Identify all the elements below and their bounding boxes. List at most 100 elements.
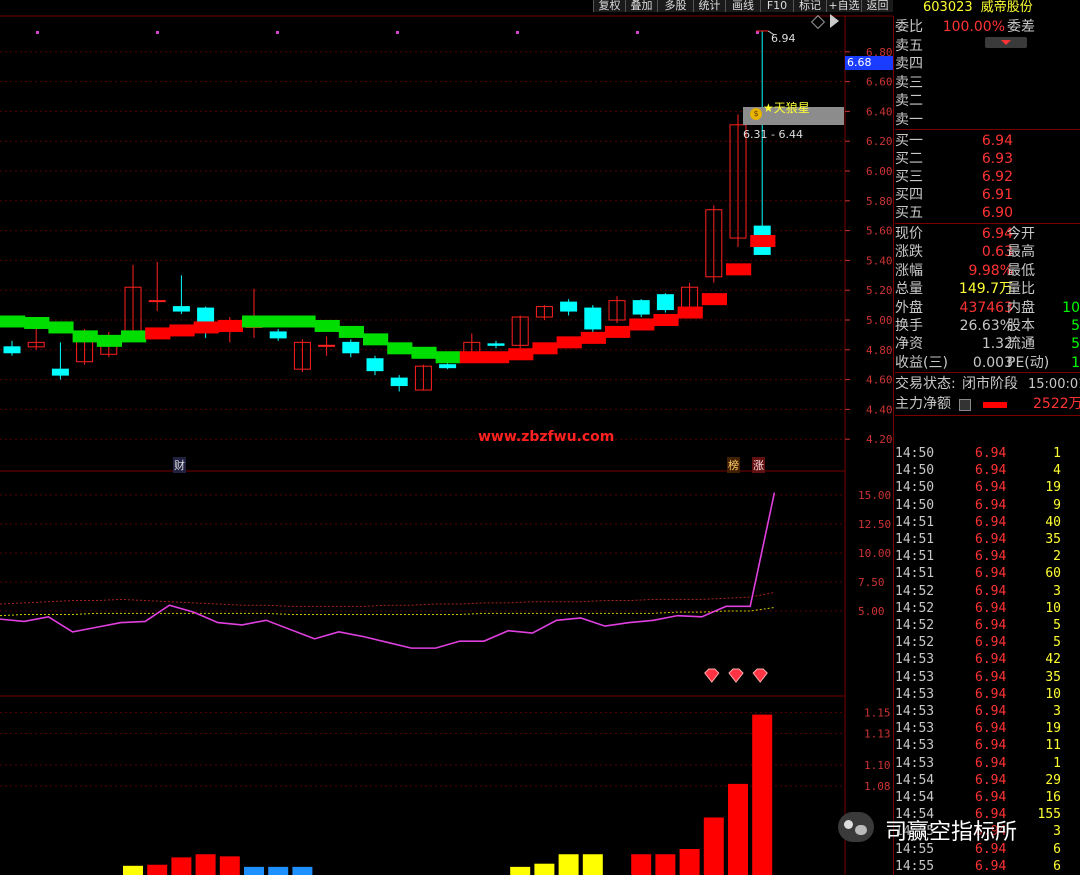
stat-row-0: 现价 6.94 今开 [895, 226, 1080, 243]
volume-bar [558, 854, 579, 875]
stat-row-6: 净资 1.32 流通 5 [895, 336, 1080, 353]
tick-row: 14:52 6.94 10 [895, 600, 1080, 617]
tick-row: 14:53 6.94 10 [895, 686, 1080, 703]
tick-volume: 29 [1045, 772, 1061, 788]
marker-dot [636, 31, 639, 34]
candle [172, 275, 190, 315]
candle-body [3, 346, 21, 354]
price-axis-label: 4.40 [866, 403, 893, 416]
volume-bar [703, 817, 724, 875]
candle-body [584, 307, 602, 330]
buy-level-3: 买三 6.92 [895, 169, 1080, 186]
chart-scroll-arrow-icon[interactable] [830, 14, 839, 28]
tick-time: 14:52 [895, 600, 935, 616]
stat-value: 9.98% [968, 262, 1013, 279]
candle-body [366, 358, 384, 372]
price-axis-label: 4.20 [866, 433, 893, 446]
tick-price: 6.94 [975, 721, 1007, 737]
buy-price: 6.91 [981, 187, 1013, 203]
stat-value-2: 5 [1071, 336, 1080, 353]
tick-time: 14:51 [895, 532, 935, 547]
sell-level-3: 卖三 [895, 75, 1080, 92]
tick-time: 14:54 [895, 772, 935, 788]
tick-time: 14:50 [895, 446, 935, 461]
candle [535, 305, 553, 320]
tick-row: 14:53 6.94 42 [895, 651, 1080, 668]
candle [414, 364, 432, 391]
main-net-bar [983, 402, 1007, 408]
band-segment [266, 315, 292, 328]
band-segment [193, 321, 219, 334]
band-segment [556, 336, 582, 349]
tick-time: 14:50 [895, 497, 935, 513]
wei-cha-label: 委差 [1007, 19, 1035, 35]
tick-row: 14:53 6.94 19 [895, 720, 1080, 737]
band-segment [750, 235, 776, 248]
tick-volume: 19 [1045, 480, 1061, 496]
tick-volume: 4 [1053, 463, 1061, 479]
volume-bar [292, 866, 313, 875]
stat-label-2: PE(动) [1007, 354, 1050, 371]
wei-bi-label: 委比 [895, 19, 923, 35]
tick-price: 6.94 [975, 446, 1007, 461]
tick-row: 14:55 6.94 6 [895, 858, 1080, 875]
candle-body [632, 300, 650, 315]
tick-time: 14:53 [895, 704, 935, 719]
band-segment [338, 325, 364, 338]
ind2-axis-label: 1.10 [864, 759, 891, 772]
stat-row-3: 总量 149.7万 量比 [895, 281, 1080, 298]
tick-volume: 2 [1053, 549, 1061, 565]
candle [269, 328, 287, 341]
candle [656, 293, 674, 313]
sell-label: 卖一 [895, 111, 923, 128]
candle-body [390, 377, 408, 387]
price-axis-label: 5.00 [866, 314, 893, 327]
marker-zhang: 涨 [752, 457, 765, 473]
sell-level-5: 卖五 [895, 38, 1080, 55]
stat-row-5: 换手 26.63% 股本 5 [895, 318, 1080, 335]
stat-row-1: 涨跌 0.63 最高 [895, 244, 1080, 261]
stat-value-2: 1 [1071, 354, 1080, 371]
volume-bar [244, 866, 264, 875]
candle [293, 339, 311, 373]
candle [318, 336, 336, 356]
buy-price: 6.94 [981, 133, 1013, 149]
stat-label-2: 量比 [1007, 281, 1035, 298]
candle-body [656, 294, 674, 311]
stat-label-2: 今开 [1007, 226, 1035, 242]
buy-price: 6.93 [981, 151, 1013, 167]
tick-price: 6.94 [975, 583, 1007, 599]
tick-row: 14:51 6.94 60 [895, 565, 1080, 582]
stat-value: 0.003 [972, 354, 1013, 371]
band-segment [290, 315, 316, 328]
tick-time: 14:54 [895, 790, 935, 805]
main-net-menu-icon[interactable] [959, 399, 971, 411]
tick-price: 6.94 [975, 738, 1007, 754]
marker-dot [36, 31, 39, 34]
sell-level-4: 卖四 [895, 56, 1080, 73]
volume-bar [219, 856, 240, 875]
candle [584, 305, 602, 332]
signal-label: ★天狼星 [763, 101, 810, 115]
trade-status-row: 交易状态: 闭市阶段 15:00:01 [895, 376, 1080, 393]
tick-price: 6.94 [975, 514, 1007, 530]
band-segment [580, 331, 606, 344]
volume-bar [195, 854, 216, 875]
candle [366, 355, 384, 376]
stat-row-4: 外盘 437463 内盘 10 [895, 300, 1080, 317]
status-divider [895, 372, 1080, 373]
ind2-axis-label: 1.08 [864, 780, 891, 793]
stat-label: 涨跌 [895, 244, 923, 261]
band-segment [363, 333, 389, 346]
stat-value-2: 10 [1062, 299, 1080, 316]
volume-bar [728, 783, 748, 875]
tick-time: 14:53 [895, 755, 935, 771]
stat-value: 6.94 [981, 226, 1013, 242]
wei-bi-row: 委比 100.00% 委差 [895, 19, 1080, 36]
stat-label-2: 股本 [1007, 318, 1035, 334]
high-price-label: 6.94 [771, 32, 796, 45]
volume-bar [631, 854, 652, 875]
marker-cai: 财 [173, 457, 186, 473]
price-axis-label: 6.20 [866, 135, 893, 148]
band-segment [145, 327, 171, 340]
